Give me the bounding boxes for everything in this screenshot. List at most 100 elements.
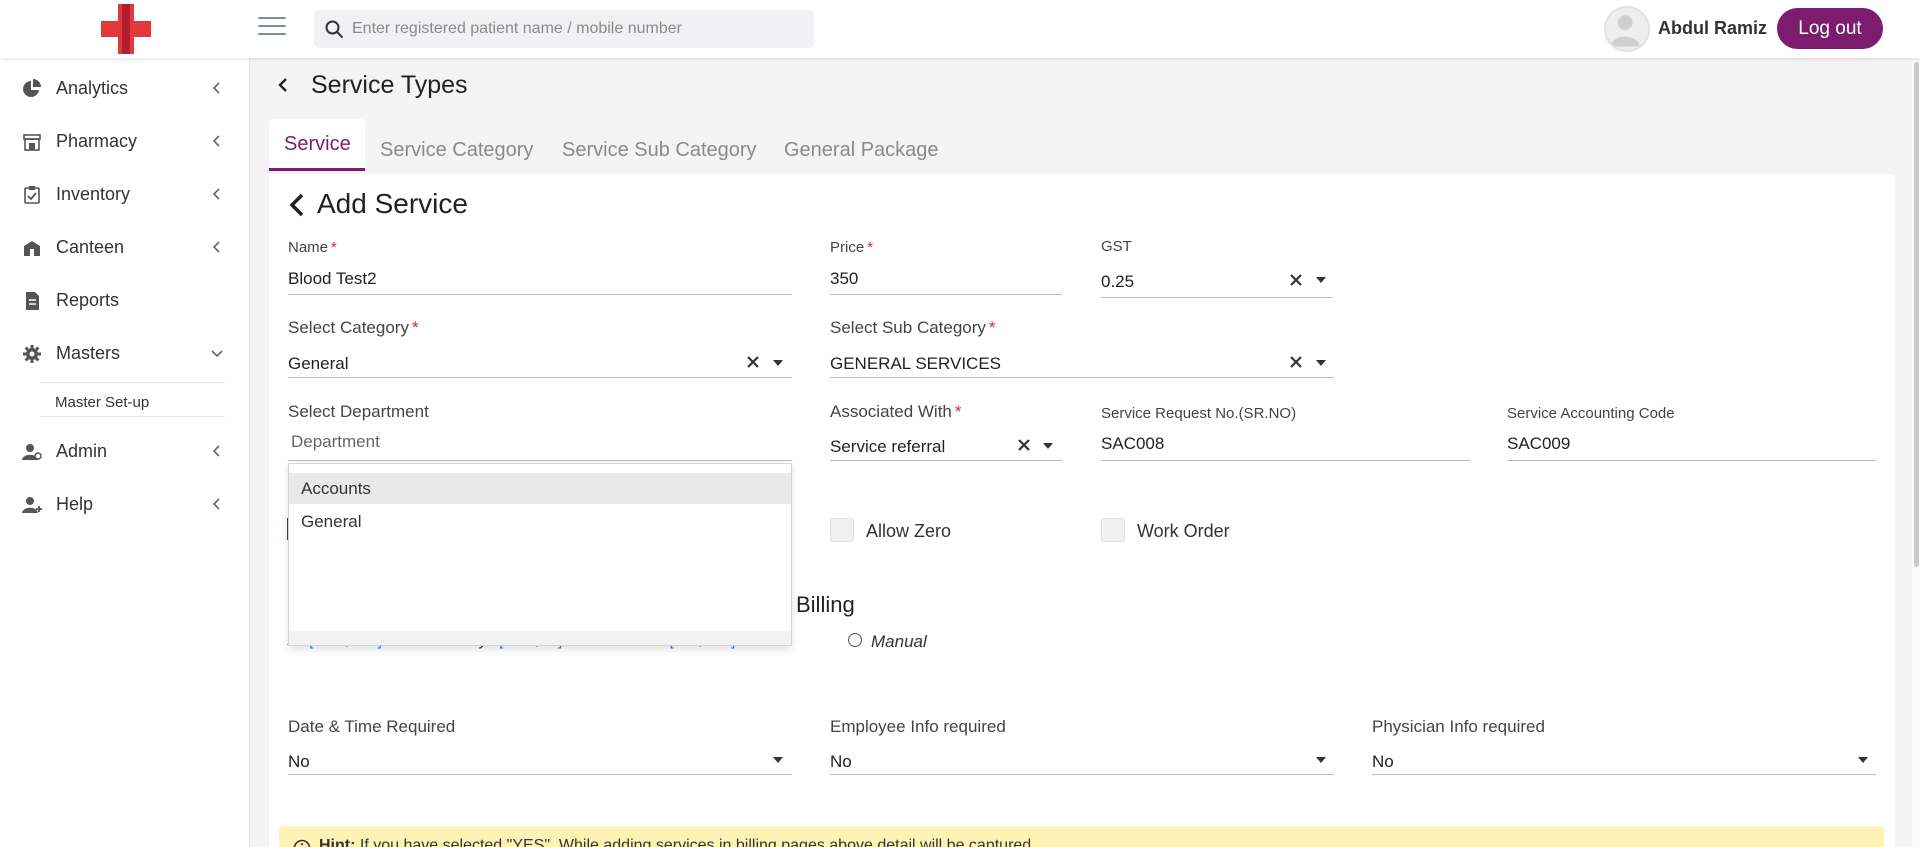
menu-toggle-button[interactable] <box>258 17 286 39</box>
accounting-code-field[interactable]: SAC009 <box>1507 434 1570 454</box>
tab-general-package[interactable]: General Package <box>784 139 939 162</box>
chevron-left-icon <box>212 498 220 510</box>
sidebar-item-label: Reports <box>56 290 120 310</box>
department-underline <box>288 460 792 461</box>
gst-select[interactable]: 0.25 <box>1101 272 1134 292</box>
physician-info-select[interactable]: No <box>1372 752 1394 772</box>
sidebar-item-label: Help <box>56 494 94 514</box>
search-icon <box>325 20 343 38</box>
search-input[interactable] <box>352 10 802 48</box>
dropdown-caret-icon[interactable] <box>1316 757 1326 763</box>
physician-info-label: Physician Info required <box>1372 717 1545 736</box>
datetime-required-select[interactable]: No <box>288 752 310 772</box>
user-help-icon <box>22 497 42 513</box>
sidebar-item-admin[interactable]: Admin <box>0 430 250 474</box>
associated-select[interactable]: Service referral <box>830 437 945 457</box>
allow-zero-label: Allow Zero <box>866 521 952 541</box>
sidebar-item-canteen[interactable]: Canteen <box>0 226 250 270</box>
srno-field[interactable]: SAC008 <box>1101 434 1164 454</box>
clear-icon[interactable] <box>746 355 760 369</box>
sidebar-item-label: Inventory <box>56 184 131 204</box>
sidebar-item-label: Canteen <box>56 237 125 257</box>
back-arrow-icon[interactable] <box>272 74 294 96</box>
patient-search <box>314 10 814 48</box>
top-bar: Abdul Ramiz Log out <box>0 0 1920 58</box>
hint-text: Hint: If you have selected "YES", While … <box>319 837 1032 847</box>
chevron-left-icon <box>212 445 220 457</box>
radio-manual-label: Manual <box>871 632 927 651</box>
department-label: Select Department <box>288 402 429 421</box>
dropdown-caret-icon[interactable] <box>773 757 783 763</box>
work-order-checkbox[interactable] <box>1101 518 1125 542</box>
sidebar-item-label: Analytics <box>56 78 129 98</box>
back-chevron-icon[interactable] <box>287 193 307 217</box>
page-title: Service Types <box>311 71 468 99</box>
chevron-left-icon <box>212 188 220 200</box>
category-select[interactable]: General <box>288 354 348 374</box>
clear-icon[interactable] <box>1289 355 1303 369</box>
user-gear-icon <box>22 444 42 460</box>
chevron-left-icon <box>212 135 220 147</box>
dropdown-caret-icon[interactable] <box>1858 757 1868 763</box>
accounting-code-label: Service Accounting Code <box>1507 405 1675 422</box>
physician-underline <box>1372 774 1876 775</box>
sidebar-item-label: Pharmacy <box>56 131 138 151</box>
name-field[interactable]: Blood Test2 <box>288 269 377 289</box>
sidebar-item-label: Admin <box>56 441 108 461</box>
name-label: Name * <box>288 239 337 256</box>
sidebar-item-analytics[interactable]: Analytics <box>0 67 250 111</box>
category-label: Select Category * <box>288 318 419 337</box>
dropdown-option-general[interactable]: General <box>289 506 791 537</box>
price-field[interactable]: 350 <box>830 269 858 289</box>
sidebar-item-masters[interactable]: Masters <box>0 332 250 376</box>
subcategory-select[interactable]: GENERAL SERVICES <box>830 354 1001 374</box>
clear-icon[interactable] <box>1289 273 1303 287</box>
divider <box>40 416 225 417</box>
pie-chart-icon <box>23 79 41 97</box>
sidebar-subitem-master-setup[interactable]: Master Set-up <box>55 394 149 411</box>
associated-label: Associated With * <box>830 402 962 421</box>
active-tab-indicator <box>269 168 365 171</box>
srno-underline <box>1101 460 1470 461</box>
datetime-underline <box>288 774 792 775</box>
price-underline <box>830 294 1062 295</box>
page-scrollbar-thumb[interactable] <box>1914 62 1919 567</box>
dropdown-caret-icon[interactable] <box>1043 443 1053 449</box>
employee-info-label: Employee Info required <box>830 717 1006 736</box>
sidebar-item-help[interactable]: Help <box>0 483 250 527</box>
tab-service-category[interactable]: Service Category <box>380 139 533 162</box>
clipboard-check-icon <box>24 186 40 204</box>
avatar[interactable] <box>1604 6 1650 52</box>
dropdown-scrollbar[interactable] <box>289 631 791 645</box>
gear-icon <box>23 345 41 363</box>
user-avatar-icon <box>1610 15 1640 47</box>
sidebar-item-pharmacy[interactable]: Pharmacy <box>0 120 250 164</box>
tab-service-sub-category[interactable]: Service Sub Category <box>562 139 757 162</box>
store-icon <box>23 134 41 151</box>
dropdown-option-accounts[interactable]: Accounts <box>289 473 791 504</box>
sidebar-item-label: Masters <box>56 343 121 363</box>
dropdown-caret-icon[interactable] <box>1316 360 1326 366</box>
radio-manual[interactable] <box>848 633 862 647</box>
work-order-label: Work Order <box>1137 521 1230 541</box>
logout-button[interactable]: Log out <box>1777 8 1883 49</box>
clear-icon[interactable] <box>1017 438 1031 452</box>
tab-service[interactable]: Service <box>284 133 351 156</box>
dropdown-caret-icon[interactable] <box>1316 277 1326 283</box>
price-label: Price * <box>830 239 874 256</box>
sidebar-item-inventory[interactable]: Inventory <box>0 173 250 217</box>
user-name: Abdul Ramiz <box>1658 18 1768 38</box>
chevron-left-icon <box>212 82 220 94</box>
chevron-left-icon <box>212 241 220 253</box>
srno-label: Service Request No.(SR.NO) <box>1101 405 1297 422</box>
employee-underline <box>830 774 1334 775</box>
employee-info-select[interactable]: No <box>830 752 852 772</box>
dropdown-caret-icon[interactable] <box>773 360 783 366</box>
allow-zero-checkbox[interactable] <box>830 518 854 542</box>
datetime-required-label: Date & Time Required <box>288 717 456 736</box>
form-title: Add Service <box>317 188 468 219</box>
sidebar: Analytics Pharmacy Inventory Canteen Rep… <box>0 58 250 847</box>
department-input[interactable]: Department <box>291 432 380 452</box>
sidebar-item-reports[interactable]: Reports <box>0 279 250 323</box>
info-icon <box>293 839 311 847</box>
